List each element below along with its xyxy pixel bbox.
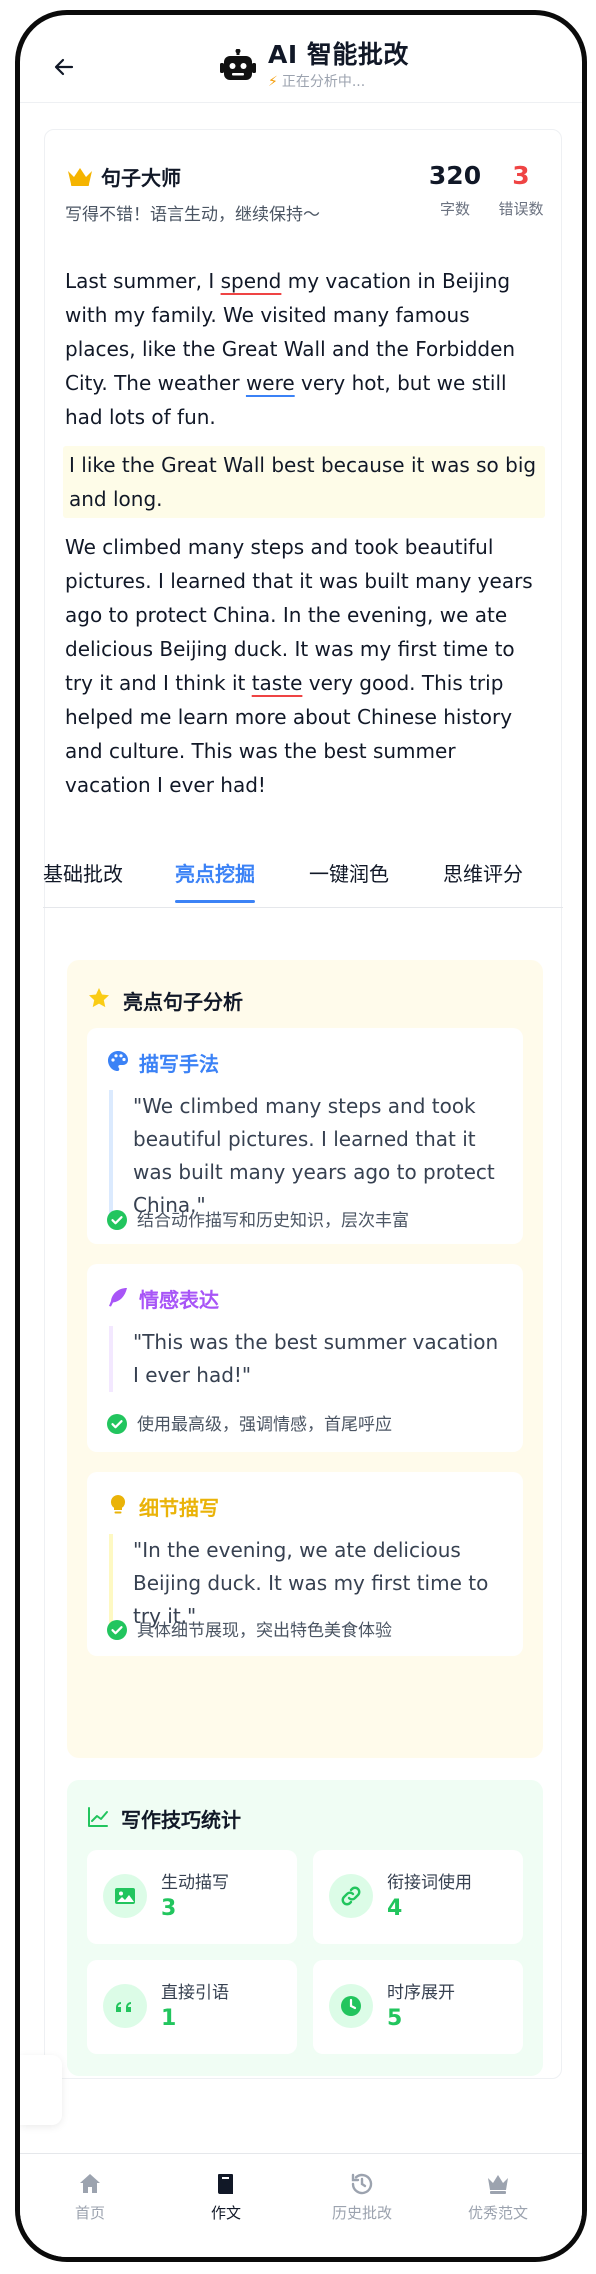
skills-title: 写作技巧统计 <box>121 1808 241 1832</box>
error-count-stat: 3 错误数 <box>491 162 551 219</box>
word-count-value: 320 <box>428 161 482 190</box>
robot-icon <box>220 49 256 80</box>
lightning-icon: ⚡ <box>268 74 278 90</box>
feather-icon <box>109 1288 127 1307</box>
nav-label: 优秀范文 <box>467 2204 528 2222</box>
word-count-label: 字数 <box>439 200 470 218</box>
image-icon <box>115 1888 135 1904</box>
essay-paragraph: We climbed many steps and took beautiful… <box>65 535 533 797</box>
skill-card: 生动描写 3 <box>87 1850 297 1944</box>
skill-value: 3 <box>161 1896 177 1921</box>
skill-label: 衔接词使用 <box>387 1873 472 1893</box>
tab-thinking-score[interactable]: 思维评分 <box>443 858 523 887</box>
tab-polish[interactable]: 一键润色 <box>309 858 389 887</box>
error-word[interactable]: were <box>246 371 295 395</box>
tab-highlights[interactable]: 亮点挖掘 <box>175 858 255 903</box>
palette-icon <box>108 1051 128 1071</box>
quote-icon <box>116 2002 131 2012</box>
highlight-title: 描写手法 <box>139 1052 219 1076</box>
highlight-card[interactable]: 描写手法 "We climbed many steps and took bea… <box>87 1028 523 1244</box>
essay-paragraph: Last summer, I spend my vacation in Beij… <box>65 269 516 429</box>
error-word[interactable]: spend <box>221 269 282 293</box>
skill-card: 时序展开 5 <box>313 1960 523 2054</box>
home-icon <box>80 2174 100 2193</box>
lightbulb-icon <box>110 1494 126 1514</box>
error-word[interactable]: taste <box>252 671 303 695</box>
skill-card: 衔接词使用 4 <box>313 1850 523 1944</box>
nav-essay[interactable]: 作文 <box>186 2172 266 2223</box>
nav-history[interactable]: 历史批改 <box>322 2172 402 2223</box>
book-icon <box>218 2174 233 2194</box>
nav-home[interactable]: 首页 <box>50 2172 130 2223</box>
check-circle-icon <box>107 1620 127 1640</box>
floating-side-tab[interactable] <box>20 2055 62 2125</box>
highlight-title: 情感表达 <box>139 1288 219 1312</box>
nav-label: 首页 <box>74 2204 105 2222</box>
page-title: AI 智能批改 <box>268 40 409 69</box>
skill-value: 1 <box>161 2006 177 2031</box>
highlight-card[interactable]: 细节描写 "In the evening, we ate delicious B… <box>87 1472 523 1656</box>
tab-basic-correction[interactable]: 基础批改 <box>43 858 123 887</box>
skill-label: 直接引语 <box>161 1983 229 2003</box>
tab-bar: 基础批改 亮点挖掘 一键润色 思维评分 <box>43 858 563 908</box>
link-icon <box>341 1886 361 1906</box>
panel-title: 亮点句子分析 <box>123 990 243 1014</box>
skill-label: 生动描写 <box>161 1873 229 1893</box>
skill-value: 5 <box>387 2006 403 2031</box>
header: AI 智能批改 ⚡ 正在分析中... <box>20 15 582 103</box>
history-icon <box>351 2173 373 2195</box>
highlight-quote: "This was the best summer vacation I eve… <box>109 1326 505 1392</box>
highlight-analysis-panel: 亮点句子分析 描写手法 "We climbed many steps and t… <box>67 960 543 1758</box>
highlight-title: 细节描写 <box>139 1496 219 1520</box>
nav-excellent-essays[interactable]: 优秀范文 <box>458 2172 538 2223</box>
nav-label: 作文 <box>210 2204 241 2222</box>
nav-label: 历史批改 <box>331 2204 392 2222</box>
skill-value: 4 <box>387 1896 403 1921</box>
level-title: 句子大师 <box>101 166 181 190</box>
highlight-note: 具体细节展现，突出特色美食体验 <box>107 1616 392 1641</box>
level-comment: 写得不错！语言生动，继续保持～ <box>65 205 320 225</box>
crown-icon <box>488 2175 508 2194</box>
back-arrow-icon[interactable] <box>52 55 76 79</box>
crown-icon <box>68 168 92 186</box>
error-count-label: 错误数 <box>498 200 544 218</box>
highlight-quote: "We climbed many steps and took beautifu… <box>109 1090 505 1222</box>
check-circle-icon <box>107 1414 127 1434</box>
highlighted-sentence[interactable]: I like the Great Wall best because it wa… <box>63 446 545 518</box>
skill-card: 直接引语 1 <box>87 1960 297 2054</box>
check-circle-icon <box>107 1210 127 1230</box>
chart-line-icon <box>88 1807 108 1827</box>
phone-frame: AI 智能批改 ⚡ 正在分析中... 句子大师 写得不错！语言生动，继续保持～ 3… <box>15 10 587 2262</box>
writing-skills-panel: 写作技巧统计 生动描写 3 衔接词使用 4 直接引语 1 时序展开 5 <box>67 1780 543 2076</box>
clock-icon <box>341 1996 361 2016</box>
status-subtitle: ⚡ 正在分析中... <box>268 71 365 91</box>
highlight-card[interactable]: 情感表达 "This was the best summer vacation … <box>87 1264 523 1452</box>
status-text: 正在分析中... <box>281 74 366 90</box>
highlight-note: 使用最高级，强调情感，首尾呼应 <box>107 1410 392 1435</box>
essay-text: Last summer, I spend my vacation in Beij… <box>63 264 545 814</box>
word-count-stat: 320 字数 <box>425 162 485 219</box>
bottom-nav: 首页 作文 历史批改 优秀范文 <box>20 2153 582 2257</box>
error-count-value: 3 <box>512 161 530 190</box>
star-icon <box>89 988 109 1008</box>
skill-label: 时序展开 <box>387 1983 455 2003</box>
highlight-note: 结合动作描写和历史知识，层次丰富 <box>107 1206 409 1231</box>
result-card: 句子大师 写得不错！语言生动，继续保持～ 320 字数 3 错误数 Last s… <box>43 129 563 2079</box>
